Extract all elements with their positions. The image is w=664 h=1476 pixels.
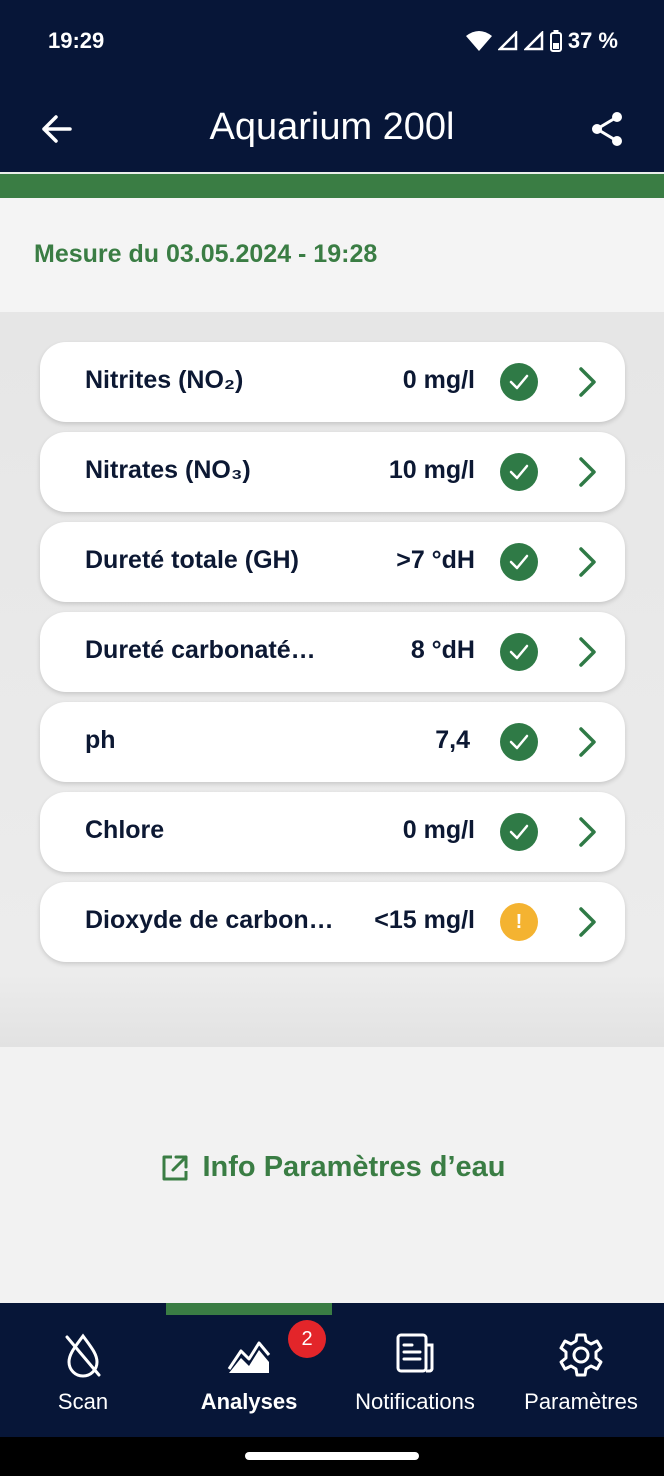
nav-label-scan: Scan xyxy=(57,1389,109,1414)
page-title: Aquarium 200l xyxy=(209,106,455,148)
parameter-row-co2[interactable]: Dioxyde de carbon… <15 mg/l ! xyxy=(40,882,625,962)
notification-badge: 2 xyxy=(288,1320,326,1358)
battery-level: 37 % xyxy=(567,28,618,53)
parameter-value: >7 °dH xyxy=(396,546,475,574)
parameter-label: Dureté carbonaté… xyxy=(85,636,316,664)
chevron-right-icon xyxy=(579,907,596,937)
parameter-row-kh[interactable]: Dureté carbonaté… 8 °dH xyxy=(40,612,625,692)
nav-label-notifications: Notifications xyxy=(355,1389,475,1414)
water-parameters-info-link[interactable]: Info Paramètres d’eau xyxy=(0,1151,664,1184)
nav-item-settings[interactable]: Paramètres xyxy=(498,1303,664,1437)
gesture-bar xyxy=(0,1437,664,1476)
measurement-date: Mesure du 03.05.2024 - 19:28 xyxy=(34,240,378,268)
parameter-label: Dureté totale (GH) xyxy=(85,546,299,574)
bottom-navigation: Scan Analyses Notifications 2 Paramètres xyxy=(0,1303,664,1437)
parameter-value: 10 mg/l xyxy=(388,456,475,484)
drop-slash-icon xyxy=(65,1333,101,1378)
check-circle-icon xyxy=(500,543,538,581)
chevron-right-icon xyxy=(579,367,596,397)
parameter-row-nitrates[interactable]: Nitrates (NO₃) 10 mg/l xyxy=(40,432,625,512)
accent-divider xyxy=(0,172,664,198)
chart-area-icon xyxy=(227,1341,271,1373)
status-bar: 19:29 37 % xyxy=(0,0,664,84)
app-bar: Aquarium 200l xyxy=(0,84,664,172)
parameter-value: <15 mg/l xyxy=(374,906,475,934)
share-icon[interactable] xyxy=(586,108,628,150)
signal-icon xyxy=(497,31,518,51)
nav-label-analyses: Analyses xyxy=(200,1389,298,1414)
home-gesture-handle[interactable] xyxy=(245,1452,419,1460)
external-link-icon xyxy=(162,1155,187,1180)
chevron-right-icon xyxy=(579,547,596,577)
nav-item-notifications[interactable]: Notifications xyxy=(332,1303,498,1437)
parameter-label: Nitrites (NO₂) xyxy=(85,366,244,394)
status-icons: 37 % xyxy=(465,28,618,54)
check-circle-icon xyxy=(500,813,538,851)
parameter-label: ph xyxy=(85,726,116,754)
parameter-list: Nitrites (NO₂) 0 mg/l Nitrates (NO₃) 10 … xyxy=(0,312,664,1047)
parameter-value: 0 mg/l xyxy=(402,366,475,394)
parameter-row-chlorine[interactable]: Chlore 0 mg/l xyxy=(40,792,625,872)
chevron-right-icon xyxy=(579,817,596,847)
signal-icon-2 xyxy=(523,31,544,51)
parameter-label: Dioxyde de carbon… xyxy=(85,906,334,934)
chevron-right-icon xyxy=(579,637,596,667)
parameter-label: Nitrates (NO₃) xyxy=(85,456,251,484)
parameter-value: 0 mg/l xyxy=(402,816,475,844)
check-circle-icon xyxy=(500,633,538,671)
parameter-label: Chlore xyxy=(85,816,165,844)
parameter-row-nitrites[interactable]: Nitrites (NO₂) 0 mg/l xyxy=(40,342,625,422)
info-section: Info Paramètres d’eau xyxy=(0,1047,664,1303)
chevron-right-icon xyxy=(579,727,596,757)
battery-icon xyxy=(549,30,562,52)
parameter-value: 8 °dH xyxy=(410,636,475,664)
nav-item-scan[interactable]: Scan xyxy=(0,1303,166,1437)
chevron-right-icon xyxy=(579,457,596,487)
parameter-value: 7,4 xyxy=(435,726,470,754)
nav-label-settings: Paramètres xyxy=(524,1389,638,1414)
parameter-row-ph[interactable]: ph 7,4 xyxy=(40,702,625,782)
warning-circle-icon: ! xyxy=(500,903,538,941)
check-circle-icon xyxy=(500,453,538,491)
check-circle-icon xyxy=(500,363,538,401)
measurement-header: Mesure du 03.05.2024 - 19:28 xyxy=(0,198,664,312)
check-circle-icon xyxy=(500,723,538,761)
info-link-label: Info Paramètres d’eau xyxy=(202,1151,506,1183)
document-list-icon xyxy=(396,1333,434,1373)
wifi-icon xyxy=(465,31,492,51)
gear-icon xyxy=(559,1333,603,1377)
parameter-row-gh[interactable]: Dureté totale (GH) >7 °dH xyxy=(40,522,625,602)
status-time: 19:29 xyxy=(48,28,105,53)
